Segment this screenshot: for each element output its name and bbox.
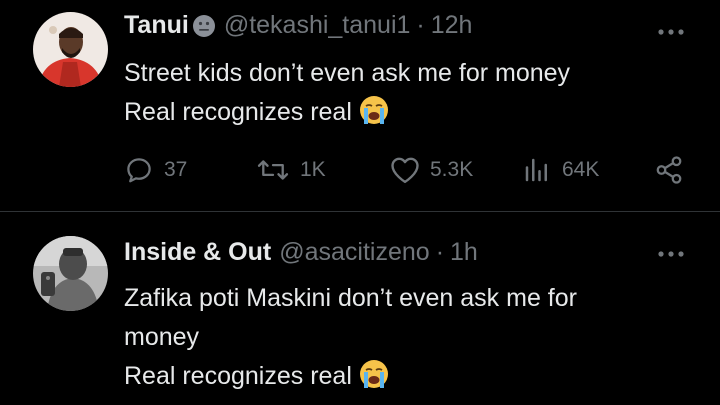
- separator-dot: ·: [416, 11, 425, 39]
- like-button[interactable]: 5.3K: [390, 152, 473, 188]
- retweet-count: 1K: [300, 158, 326, 181]
- tweet-header: Tanui @tekashi_tanui1 · 12h: [124, 11, 472, 40]
- tweet-text-line: Real recognizes real: [124, 98, 352, 126]
- tweet-text-line-wrap: Real recognizes real: [124, 93, 684, 132]
- reply-button[interactable]: 37: [124, 152, 187, 188]
- loudly-crying-face-emoji-icon: [358, 358, 390, 390]
- tweet-actions: 37 1K 5.3K 64K: [0, 152, 720, 188]
- tweet-header: Inside & Out @asacitizeno · 1h: [124, 238, 478, 267]
- more-horizontal-icon[interactable]: [656, 24, 686, 35]
- heart-icon: [391, 157, 419, 184]
- separator-dot: ·: [435, 238, 445, 266]
- retweet-button[interactable]: 1K: [256, 152, 326, 188]
- username-handle[interactable]: @tekashi_tanui1: [224, 11, 411, 40]
- username-handle[interactable]: @asacitizeno: [279, 238, 429, 267]
- reply-icon: [127, 158, 151, 183]
- views-icon: [525, 158, 547, 182]
- tweet-time[interactable]: 1h: [450, 238, 478, 267]
- tweet-text-line: Zafika poti Maskini don’t even ask me fo…: [124, 284, 577, 312]
- share-button[interactable]: [654, 152, 684, 188]
- tweet-text-line-wrap: Real recognizes real: [124, 357, 684, 396]
- like-count: 5.3K: [430, 158, 474, 181]
- neutral-face-emoji-icon: [192, 14, 216, 38]
- tweet-time[interactable]: 12h: [431, 11, 473, 40]
- tweet-text: Street kids don’t even ask me for money …: [124, 54, 684, 132]
- views-count: 64K: [562, 158, 600, 181]
- retweet-icon: [257, 160, 289, 180]
- tweet-text-line: Real recognizes real: [124, 362, 352, 390]
- avatar[interactable]: [33, 12, 108, 87]
- views-button[interactable]: 64K: [522, 152, 599, 188]
- tweet-text-line: Street kids don’t even ask me for money: [124, 59, 571, 87]
- tweet-text: Zafika poti Maskini don’t even ask me fo…: [124, 279, 684, 396]
- display-name[interactable]: Inside & Out: [124, 238, 271, 267]
- reply-count: 37: [164, 158, 188, 181]
- tweet-1[interactable]: Tanui @tekashi_tanui1 · 12h Street kids …: [0, 0, 720, 211]
- share-icon: [656, 156, 682, 184]
- tweet-text-line: money: [124, 323, 200, 351]
- loudly-crying-face-emoji-icon: [358, 94, 390, 126]
- avatar[interactable]: [33, 236, 108, 311]
- more-horizontal-icon[interactable]: [656, 246, 686, 257]
- display-name[interactable]: Tanui: [124, 11, 189, 40]
- tweet-2[interactable]: Inside & Out @asacitizeno · 1h Zafika po…: [0, 212, 720, 405]
